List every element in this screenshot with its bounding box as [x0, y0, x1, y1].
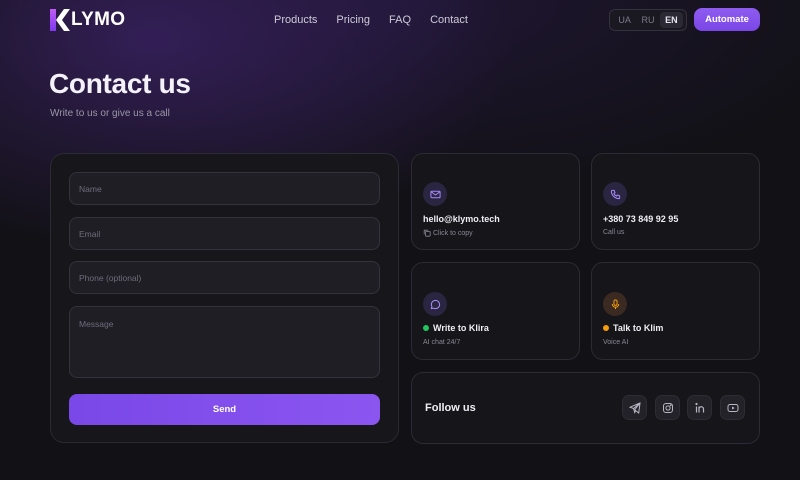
automate-button[interactable]: Automate: [694, 8, 760, 31]
copy-hint-label: Click to copy: [433, 229, 473, 237]
main-nav: Products Pricing FAQ Contact: [274, 14, 487, 26]
copy-icon: [423, 229, 431, 237]
name-input[interactable]: [69, 172, 380, 205]
chat-title: Write to Klira: [423, 323, 489, 333]
lang-en[interactable]: EN: [659, 12, 683, 28]
brand-logo[interactable]: LYMO: [50, 9, 125, 31]
site-header: LYMO Products Pricing FAQ Contact UA RU …: [0, 0, 800, 40]
phone-number: +380 73 849 92 95: [603, 214, 679, 224]
send-button[interactable]: Send: [69, 394, 380, 425]
youtube-icon[interactable]: [720, 395, 745, 420]
voice-ai-card[interactable]: Talk to Klim Voice AI: [591, 262, 760, 360]
follow-us-card: Follow us: [411, 372, 760, 444]
voice-status-dot: [603, 325, 609, 331]
lang-ua[interactable]: UA: [613, 12, 636, 28]
email-input[interactable]: [69, 217, 380, 250]
telegram-icon[interactable]: [622, 395, 647, 420]
voice-title: Talk to Klim: [603, 323, 663, 333]
phone-icon: [603, 182, 627, 206]
phone-input[interactable]: [69, 261, 380, 294]
voice-subtitle: Voice AI: [603, 339, 629, 346]
mail-icon: [423, 182, 447, 206]
brand-name: LYMO: [71, 9, 126, 30]
chat-subtitle: AI chat 24/7: [423, 339, 461, 346]
voice-title-label: Talk to Klim: [613, 323, 664, 333]
follow-us-label: Follow us: [425, 402, 476, 414]
contact-form: Send: [50, 153, 399, 443]
logo-k-mark: [50, 9, 70, 31]
linkedin-icon[interactable]: [687, 395, 712, 420]
instagram-icon[interactable]: [655, 395, 680, 420]
chat-title-label: Write to Klira: [433, 323, 489, 333]
nav-contact[interactable]: Contact: [430, 14, 468, 26]
microphone-icon: [603, 292, 627, 316]
language-switcher: UA RU EN: [609, 9, 687, 31]
lang-ru[interactable]: RU: [636, 12, 659, 28]
call-us-label: Call us: [603, 229, 625, 236]
nav-pricing[interactable]: Pricing: [336, 14, 370, 26]
chat-bubble-icon: [423, 292, 447, 316]
online-status-dot: [423, 325, 429, 331]
ai-chat-card[interactable]: Write to Klira AI chat 24/7: [411, 262, 580, 360]
copy-hint: Click to copy: [423, 229, 473, 237]
nav-products[interactable]: Products: [274, 14, 317, 26]
phone-card[interactable]: +380 73 849 92 95 Call us: [591, 153, 760, 250]
page-title: Contact us: [49, 68, 191, 99]
nav-faq[interactable]: FAQ: [389, 14, 411, 26]
email-address: hello@klymo.tech: [423, 214, 500, 224]
email-card[interactable]: hello@klymo.tech Click to copy: [411, 153, 580, 250]
page-subtitle: Write to us or give us a call: [50, 108, 170, 119]
message-textarea[interactable]: [69, 306, 380, 378]
